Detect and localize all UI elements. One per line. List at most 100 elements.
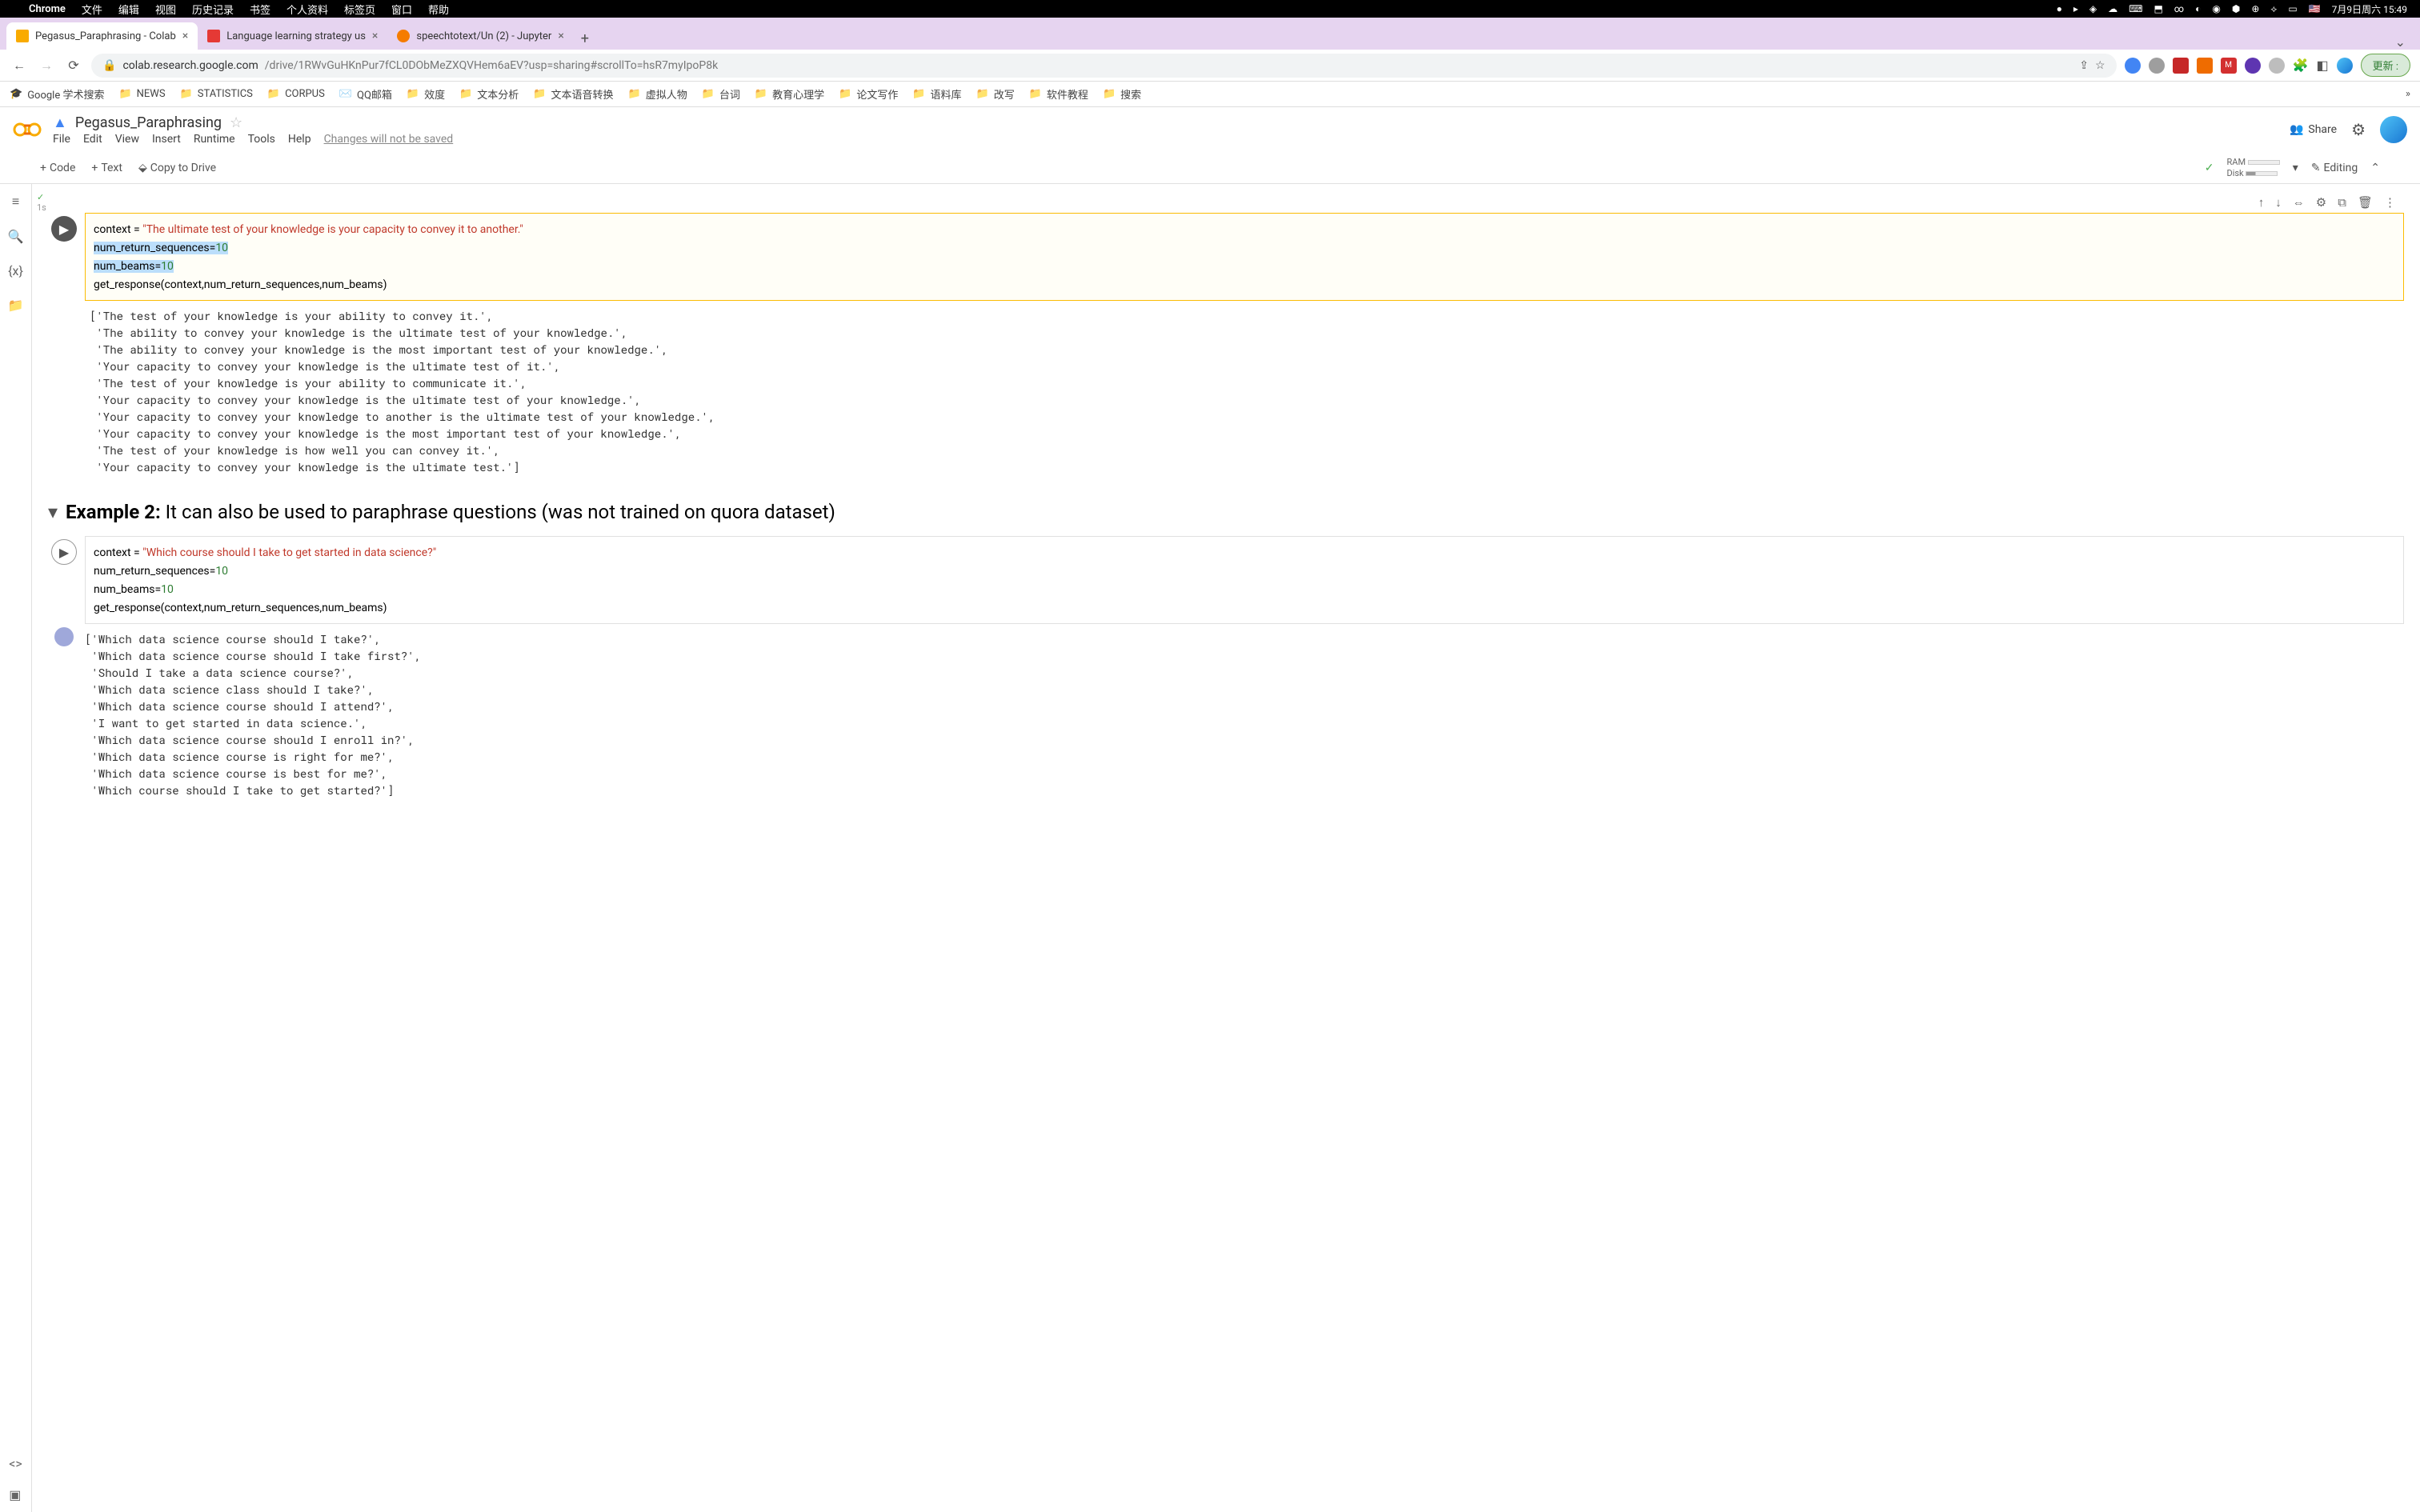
code-snippets-icon[interactable]: <> — [9, 1456, 22, 1471]
menu-edit[interactable]: 编辑 — [118, 2, 139, 17]
bookmark-folder[interactable]: 📁搜索 — [1103, 86, 1141, 102]
close-icon[interactable]: × — [558, 30, 563, 42]
bookmark-folder[interactable]: 📁虚拟人物 — [628, 86, 687, 102]
status-icon[interactable]: ∞ — [2174, 3, 2184, 14]
add-code-button[interactable]: +Code — [40, 162, 75, 174]
status-icon[interactable]: ⬒ — [2154, 3, 2162, 14]
colab-logo-icon[interactable] — [13, 115, 42, 144]
menu-bookmarks[interactable]: 书签 — [250, 2, 270, 17]
extension-icon[interactable] — [2269, 58, 2285, 74]
resource-dropdown[interactable]: ▾ — [2293, 162, 2298, 174]
bookmark[interactable]: 🎓Google 学术搜索 — [10, 86, 104, 102]
notebook-title[interactable]: Pegasus_Paraphrasing — [75, 114, 222, 131]
menu-help[interactable]: Help — [288, 133, 311, 146]
menu-file[interactable]: 文件 — [82, 2, 102, 17]
delete-icon[interactable]: 🗑 — [2358, 195, 2373, 210]
share-button[interactable]: 👥 Share — [2290, 123, 2337, 136]
bookmark-folder[interactable]: 📁效度 — [407, 86, 445, 102]
add-text-button[interactable]: +Text — [91, 162, 122, 174]
bookmarks-overflow[interactable]: » — [2406, 88, 2410, 100]
menu-window[interactable]: 窗口 — [391, 2, 412, 17]
run-button[interactable]: ▶ — [51, 539, 77, 565]
variables-icon[interactable]: {x} — [8, 263, 23, 278]
extension-icon[interactable] — [2173, 58, 2189, 74]
bookmark-folder[interactable]: 📁教育心理学 — [755, 86, 824, 102]
bookmark-folder[interactable]: 📁STATISTICS — [180, 88, 253, 100]
bookmark-folder[interactable]: 📁NEWS — [118, 88, 165, 100]
extension-icon[interactable] — [2125, 58, 2141, 74]
menu-help[interactable]: 帮助 — [428, 2, 449, 17]
menu-edit[interactable]: Edit — [83, 133, 102, 146]
link-icon[interactable]: ⇔ — [2293, 195, 2305, 210]
bookmark-folder[interactable]: 📁论文写作 — [839, 86, 898, 102]
extension-icon[interactable] — [2197, 58, 2213, 74]
caret-down-icon[interactable]: ▾ — [48, 501, 58, 523]
search-icon[interactable]: 🔍 — [8, 229, 24, 244]
settings-icon[interactable]: ⚙ — [2351, 120, 2366, 139]
status-icon[interactable]: ☁ — [2108, 3, 2118, 14]
menu-history[interactable]: 历史记录 — [192, 2, 234, 17]
sidepanel-icon[interactable]: ◧ — [2317, 58, 2329, 73]
tab-list-button[interactable]: ⌄ — [2387, 34, 2414, 50]
more-icon[interactable]: ⋮ — [2384, 195, 2396, 210]
cell-settings-icon[interactable]: ⚙ — [2316, 195, 2326, 210]
forward-button[interactable]: → — [37, 56, 56, 75]
bookmark-folder[interactable]: 📁文本分析 — [459, 86, 519, 102]
bookmark-folder[interactable]: 📁改写 — [976, 86, 1015, 102]
menu-insert[interactable]: Insert — [152, 133, 181, 146]
close-icon[interactable]: × — [372, 30, 378, 42]
run-button[interactable]: ▶ — [51, 216, 77, 242]
menu-tools[interactable]: Tools — [248, 133, 275, 146]
tab-active[interactable]: Pegasus_Paraphrasing - Colab × — [6, 22, 198, 50]
status-icon[interactable]: ◉ — [2212, 3, 2220, 14]
resource-monitor[interactable]: RAM Disk — [2226, 157, 2279, 178]
input-icon[interactable]: 🇺🇸 — [2309, 3, 2321, 14]
avatar[interactable] — [2380, 116, 2407, 143]
tab[interactable]: speechtotext/Un (2) - Jupyter × — [387, 22, 573, 50]
status-icon[interactable]: ⌨ — [2129, 3, 2142, 14]
code-editor[interactable]: context = "Which course should I take to… — [85, 536, 2404, 624]
move-down-icon[interactable]: ↓ — [2275, 195, 2282, 210]
wifi-icon[interactable]: ⟡ — [2270, 3, 2277, 15]
status-icon[interactable]: ● — [2057, 3, 2062, 14]
section-heading[interactable]: ▾ Example 2: It can also be used to para… — [48, 501, 2404, 523]
back-button[interactable]: ← — [10, 56, 29, 75]
extension-icon[interactable] — [2245, 58, 2261, 74]
status-icon[interactable]: ▸ — [2073, 3, 2078, 14]
menu-view[interactable]: 视图 — [155, 2, 176, 17]
status-icon[interactable]: ⬢ — [2232, 3, 2240, 14]
menu-tabs[interactable]: 标签页 — [344, 2, 375, 17]
bookmark-folder[interactable]: 📁软件教程 — [1029, 86, 1088, 102]
bookmark-folder[interactable]: 📁文本语音转换 — [533, 86, 613, 102]
toc-icon[interactable]: ≡ — [12, 194, 19, 210]
extension-icon[interactable] — [2149, 58, 2165, 74]
mirror-icon[interactable]: ⧉ — [2338, 195, 2346, 210]
extension-icon[interactable]: M — [2221, 58, 2237, 74]
close-icon[interactable]: × — [182, 30, 188, 42]
menu-file[interactable]: File — [53, 133, 70, 146]
bookmark-folder[interactable]: 📁台词 — [702, 86, 740, 102]
reload-button[interactable]: ⟳ — [64, 56, 83, 75]
extensions-icon[interactable]: 🧩 — [2293, 58, 2309, 73]
terminal-icon[interactable]: ▣ — [9, 1487, 22, 1502]
bookmark-folder[interactable]: 📁CORPUS — [267, 88, 325, 100]
bookmark-folder[interactable]: 📁语料库 — [912, 86, 961, 102]
bookmark[interactable]: ✉️QQ邮箱 — [339, 86, 392, 102]
battery-icon[interactable]: ▭ — [2288, 3, 2297, 14]
profile-icon[interactable] — [2337, 58, 2353, 74]
update-button[interactable]: 更新 : — [2361, 54, 2410, 77]
move-up-icon[interactable]: ↑ — [2258, 195, 2265, 210]
share-icon[interactable]: ⇪ — [2079, 59, 2089, 72]
address-bar[interactable]: 🔒 colab.research.google.com/drive/1RWvGu… — [91, 54, 2117, 78]
editing-mode[interactable]: ✎Editing — [2311, 162, 2358, 174]
app-name[interactable]: Chrome — [29, 3, 66, 15]
collapse-icon[interactable]: ⌃ — [2370, 162, 2380, 174]
menu-view[interactable]: View — [115, 133, 139, 146]
star-icon[interactable]: ☆ — [230, 114, 242, 131]
new-tab-button[interactable]: + — [574, 27, 596, 50]
unsaved-notice[interactable]: Changes will not be saved — [324, 133, 454, 146]
status-icon[interactable]: ◈ — [2089, 3, 2097, 14]
status-icon[interactable]: ⊕ — [2251, 3, 2259, 14]
clock[interactable]: 7月9日周六 15:49 — [2332, 2, 2407, 16]
tab[interactable]: Language learning strategy us × — [198, 22, 387, 50]
